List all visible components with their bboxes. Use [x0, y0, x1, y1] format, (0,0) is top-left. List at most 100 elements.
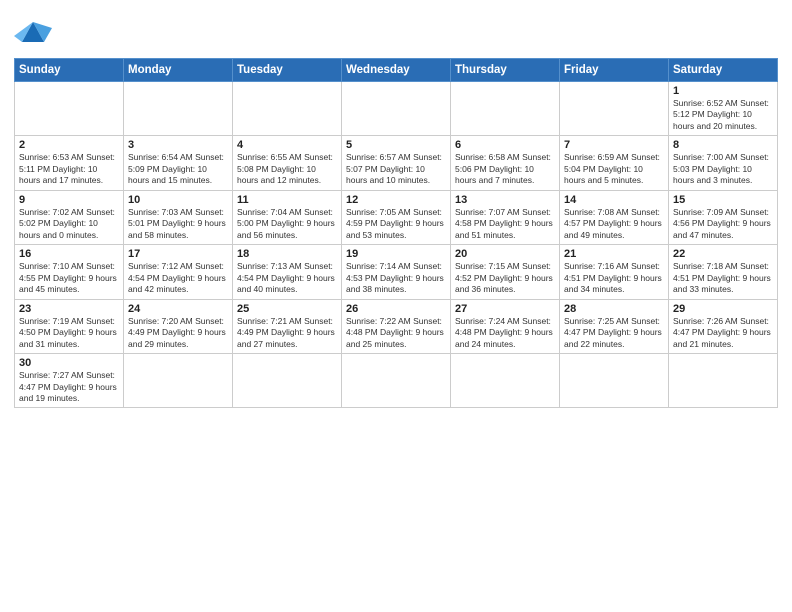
calendar-cell [233, 82, 342, 136]
calendar-cell: 22Sunrise: 7:18 AM Sunset: 4:51 PM Dayli… [669, 245, 778, 299]
day-info: Sunrise: 7:24 AM Sunset: 4:48 PM Dayligh… [455, 316, 555, 350]
day-info: Sunrise: 7:13 AM Sunset: 4:54 PM Dayligh… [237, 261, 337, 295]
calendar-cell [342, 354, 451, 408]
day-info: Sunrise: 6:52 AM Sunset: 5:12 PM Dayligh… [673, 98, 773, 132]
day-number: 12 [346, 194, 446, 206]
day-number: 7 [564, 139, 664, 151]
calendar-cell [451, 354, 560, 408]
day-number: 17 [128, 248, 228, 260]
calendar-week-row: 2Sunrise: 6:53 AM Sunset: 5:11 PM Daylig… [15, 136, 778, 190]
day-number: 25 [237, 303, 337, 315]
day-info: Sunrise: 7:16 AM Sunset: 4:51 PM Dayligh… [564, 261, 664, 295]
calendar-cell: 9Sunrise: 7:02 AM Sunset: 5:02 PM Daylig… [15, 190, 124, 244]
calendar-cell: 16Sunrise: 7:10 AM Sunset: 4:55 PM Dayli… [15, 245, 124, 299]
day-info: Sunrise: 7:12 AM Sunset: 4:54 PM Dayligh… [128, 261, 228, 295]
calendar-cell: 12Sunrise: 7:05 AM Sunset: 4:59 PM Dayli… [342, 190, 451, 244]
day-info: Sunrise: 7:26 AM Sunset: 4:47 PM Dayligh… [673, 316, 773, 350]
day-info: Sunrise: 7:03 AM Sunset: 5:01 PM Dayligh… [128, 207, 228, 241]
calendar-cell: 20Sunrise: 7:15 AM Sunset: 4:52 PM Dayli… [451, 245, 560, 299]
day-number: 9 [19, 194, 119, 206]
day-number: 3 [128, 139, 228, 151]
day-number: 26 [346, 303, 446, 315]
day-number: 15 [673, 194, 773, 206]
day-number: 2 [19, 139, 119, 151]
calendar-cell: 23Sunrise: 7:19 AM Sunset: 4:50 PM Dayli… [15, 299, 124, 353]
weekday-header-tuesday: Tuesday [233, 59, 342, 82]
calendar-cell: 6Sunrise: 6:58 AM Sunset: 5:06 PM Daylig… [451, 136, 560, 190]
day-info: Sunrise: 7:22 AM Sunset: 4:48 PM Dayligh… [346, 316, 446, 350]
day-number: 27 [455, 303, 555, 315]
day-number: 30 [19, 357, 119, 369]
day-number: 13 [455, 194, 555, 206]
calendar-cell: 2Sunrise: 6:53 AM Sunset: 5:11 PM Daylig… [15, 136, 124, 190]
calendar-week-row: 23Sunrise: 7:19 AM Sunset: 4:50 PM Dayli… [15, 299, 778, 353]
calendar-cell: 18Sunrise: 7:13 AM Sunset: 4:54 PM Dayli… [233, 245, 342, 299]
calendar-cell: 5Sunrise: 6:57 AM Sunset: 5:07 PM Daylig… [342, 136, 451, 190]
calendar-cell [124, 354, 233, 408]
day-info: Sunrise: 7:27 AM Sunset: 4:47 PM Dayligh… [19, 370, 119, 404]
generalblue-logo-icon [14, 14, 52, 52]
calendar-cell: 3Sunrise: 6:54 AM Sunset: 5:09 PM Daylig… [124, 136, 233, 190]
calendar-cell [15, 82, 124, 136]
day-info: Sunrise: 7:09 AM Sunset: 4:56 PM Dayligh… [673, 207, 773, 241]
calendar-cell: 17Sunrise: 7:12 AM Sunset: 4:54 PM Dayli… [124, 245, 233, 299]
calendar-week-row: 16Sunrise: 7:10 AM Sunset: 4:55 PM Dayli… [15, 245, 778, 299]
calendar-week-row: 1Sunrise: 6:52 AM Sunset: 5:12 PM Daylig… [15, 82, 778, 136]
calendar-cell: 25Sunrise: 7:21 AM Sunset: 4:49 PM Dayli… [233, 299, 342, 353]
calendar-cell: 21Sunrise: 7:16 AM Sunset: 4:51 PM Dayli… [560, 245, 669, 299]
calendar-cell: 30Sunrise: 7:27 AM Sunset: 4:47 PM Dayli… [15, 354, 124, 408]
day-number: 24 [128, 303, 228, 315]
weekday-header-saturday: Saturday [669, 59, 778, 82]
weekday-header-sunday: Sunday [15, 59, 124, 82]
day-number: 5 [346, 139, 446, 151]
page: SundayMondayTuesdayWednesdayThursdayFrid… [0, 0, 792, 612]
calendar-cell: 24Sunrise: 7:20 AM Sunset: 4:49 PM Dayli… [124, 299, 233, 353]
calendar-week-row: 30Sunrise: 7:27 AM Sunset: 4:47 PM Dayli… [15, 354, 778, 408]
day-info: Sunrise: 7:20 AM Sunset: 4:49 PM Dayligh… [128, 316, 228, 350]
calendar-cell: 28Sunrise: 7:25 AM Sunset: 4:47 PM Dayli… [560, 299, 669, 353]
day-number: 14 [564, 194, 664, 206]
calendar-cell [124, 82, 233, 136]
day-info: Sunrise: 7:14 AM Sunset: 4:53 PM Dayligh… [346, 261, 446, 295]
day-number: 1 [673, 85, 773, 97]
day-number: 6 [455, 139, 555, 151]
calendar-cell: 11Sunrise: 7:04 AM Sunset: 5:00 PM Dayli… [233, 190, 342, 244]
day-info: Sunrise: 6:54 AM Sunset: 5:09 PM Dayligh… [128, 152, 228, 186]
day-info: Sunrise: 6:53 AM Sunset: 5:11 PM Dayligh… [19, 152, 119, 186]
day-info: Sunrise: 6:55 AM Sunset: 5:08 PM Dayligh… [237, 152, 337, 186]
calendar-cell [560, 82, 669, 136]
day-info: Sunrise: 7:08 AM Sunset: 4:57 PM Dayligh… [564, 207, 664, 241]
day-number: 21 [564, 248, 664, 260]
day-number: 8 [673, 139, 773, 151]
day-info: Sunrise: 7:21 AM Sunset: 4:49 PM Dayligh… [237, 316, 337, 350]
day-number: 29 [673, 303, 773, 315]
calendar-cell: 15Sunrise: 7:09 AM Sunset: 4:56 PM Dayli… [669, 190, 778, 244]
logo [14, 14, 58, 52]
calendar-cell: 13Sunrise: 7:07 AM Sunset: 4:58 PM Dayli… [451, 190, 560, 244]
weekday-header-thursday: Thursday [451, 59, 560, 82]
day-info: Sunrise: 7:02 AM Sunset: 5:02 PM Dayligh… [19, 207, 119, 241]
calendar-cell: 4Sunrise: 6:55 AM Sunset: 5:08 PM Daylig… [233, 136, 342, 190]
calendar-cell [233, 354, 342, 408]
day-number: 10 [128, 194, 228, 206]
calendar-week-row: 9Sunrise: 7:02 AM Sunset: 5:02 PM Daylig… [15, 190, 778, 244]
day-number: 20 [455, 248, 555, 260]
day-info: Sunrise: 7:00 AM Sunset: 5:03 PM Dayligh… [673, 152, 773, 186]
calendar-cell: 8Sunrise: 7:00 AM Sunset: 5:03 PM Daylig… [669, 136, 778, 190]
weekday-header-monday: Monday [124, 59, 233, 82]
day-info: Sunrise: 7:10 AM Sunset: 4:55 PM Dayligh… [19, 261, 119, 295]
calendar-cell: 1Sunrise: 6:52 AM Sunset: 5:12 PM Daylig… [669, 82, 778, 136]
weekday-header-friday: Friday [560, 59, 669, 82]
day-info: Sunrise: 7:05 AM Sunset: 4:59 PM Dayligh… [346, 207, 446, 241]
calendar-cell [669, 354, 778, 408]
calendar-cell: 27Sunrise: 7:24 AM Sunset: 4:48 PM Dayli… [451, 299, 560, 353]
day-number: 4 [237, 139, 337, 151]
day-number: 11 [237, 194, 337, 206]
day-info: Sunrise: 6:57 AM Sunset: 5:07 PM Dayligh… [346, 152, 446, 186]
day-info: Sunrise: 7:07 AM Sunset: 4:58 PM Dayligh… [455, 207, 555, 241]
calendar-cell: 26Sunrise: 7:22 AM Sunset: 4:48 PM Dayli… [342, 299, 451, 353]
header [14, 10, 778, 52]
day-info: Sunrise: 7:25 AM Sunset: 4:47 PM Dayligh… [564, 316, 664, 350]
weekday-header-row: SundayMondayTuesdayWednesdayThursdayFrid… [15, 59, 778, 82]
calendar-table: SundayMondayTuesdayWednesdayThursdayFrid… [14, 58, 778, 408]
